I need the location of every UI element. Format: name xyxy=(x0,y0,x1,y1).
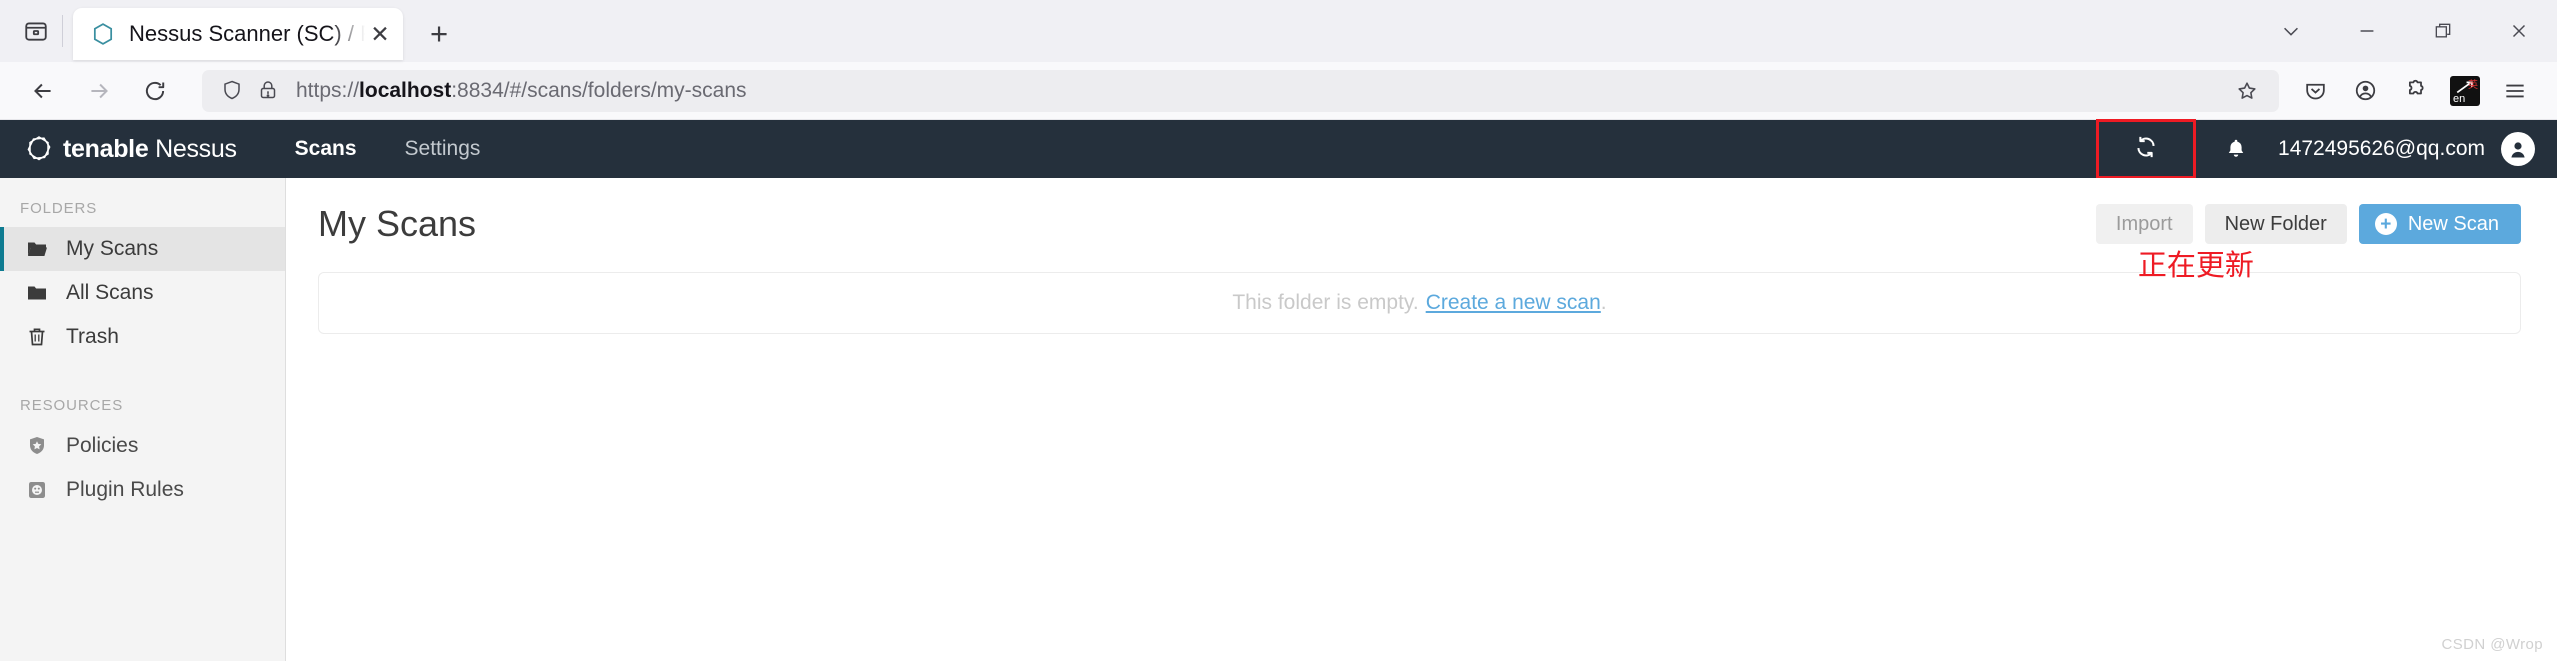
tab-title: Nessus Scanner (SC) / Folders xyxy=(129,21,365,46)
empty-trailing-dot: . xyxy=(1600,291,1607,314)
plus-icon: + xyxy=(2374,213,2397,235)
refresh-icon-highlight-box xyxy=(2096,119,2197,179)
import-button[interactable]: Import xyxy=(2095,204,2193,244)
maximize-restore-icon[interactable] xyxy=(2405,0,2481,62)
new-scan-button[interactable]: + New Scan xyxy=(2358,204,2521,244)
forward-icon xyxy=(72,64,126,118)
translate-extension-badge: en 英 xyxy=(2450,75,2480,106)
empty-folder-message: This folder is empty. xyxy=(1232,291,1419,314)
plugin-outlet-icon xyxy=(24,477,50,503)
reload-icon[interactable] xyxy=(128,64,182,118)
action-buttons: Import New Folder + New Scan 正在更新 xyxy=(2095,204,2521,282)
insecure-lock-warning-icon[interactable] xyxy=(256,78,282,104)
page-title: My Scans xyxy=(318,203,477,244)
bookmark-star-icon[interactable] xyxy=(2227,71,2267,111)
new-scan-label: New Scan xyxy=(2407,212,2499,235)
translate-cn-label: 英 xyxy=(2468,79,2478,91)
browser-chrome: Nessus Scanner (SC) / Folders ✕ + xyxy=(0,0,2557,120)
url-path: :8834/#/scans/folders/my-scans xyxy=(451,78,747,102)
content-header: My Scans Import New Folder + New Scan 正在… xyxy=(318,178,2521,282)
url-text[interactable]: https://localhost:8834/#/scans/folders/m… xyxy=(296,79,2227,103)
sidebar-section-folders-title: FOLDERS xyxy=(20,200,98,217)
pocket-icon[interactable] xyxy=(2291,64,2339,118)
tracking-protection-shield-icon[interactable] xyxy=(220,78,246,104)
refresh-icon[interactable] xyxy=(2133,134,2159,165)
folder-open-icon xyxy=(24,236,50,262)
app-main-nav: Scans Settings xyxy=(295,137,481,161)
url-bar[interactable]: https://localhost:8834/#/scans/folders/m… xyxy=(202,69,2279,112)
minimize-icon[interactable] xyxy=(2329,0,2405,62)
new-tab-button[interactable]: + xyxy=(417,12,461,56)
tab-settings[interactable]: Settings xyxy=(405,137,481,161)
watermark: CSDN @Wrop xyxy=(2441,636,2543,653)
window-close-icon[interactable] xyxy=(2481,0,2557,62)
account-icon[interactable] xyxy=(2341,64,2389,118)
create-new-scan-link[interactable]: Create a new scan xyxy=(1426,291,1601,315)
extensions-puzzle-icon[interactable] xyxy=(2391,64,2439,118)
sidebar-section-resources-title: RESOURCES xyxy=(20,397,124,414)
browser-tab[interactable]: Nessus Scanner (SC) / Folders ✕ xyxy=(73,8,403,60)
sidebar-item-all-scans[interactable]: All Scans xyxy=(0,271,285,315)
back-icon[interactable] xyxy=(16,64,70,118)
app-header-bar: tenable Nessus Scans Settings 1472495626… xyxy=(0,119,2557,179)
app-body: FOLDERS My Scans All Scans Trash RESOURC… xyxy=(0,178,2557,661)
close-icon[interactable]: ✕ xyxy=(365,19,395,49)
shield-star-icon xyxy=(24,433,50,459)
tab-strip: Nessus Scanner (SC) / Folders ✕ + xyxy=(0,0,2557,62)
translate-en-label: en xyxy=(2453,92,2466,105)
window-controls xyxy=(2253,0,2557,62)
tab-list-chevron-down-icon[interactable] xyxy=(2253,0,2329,62)
brand-text: tenable Nessus xyxy=(63,135,237,164)
sidebar: FOLDERS My Scans All Scans Trash RESOURC… xyxy=(0,178,286,661)
app-header-right: 1472495626@qq.com xyxy=(2096,119,2535,179)
tenable-brand[interactable]: tenable Nessus xyxy=(22,132,237,166)
url-host: localhost xyxy=(359,78,452,102)
navigation-toolbar: https://localhost:8834/#/scans/folders/m… xyxy=(0,62,2557,120)
trash-icon xyxy=(24,324,50,350)
sidebar-item-label: My Scans xyxy=(66,237,159,260)
sidebar-item-label: Policies xyxy=(66,434,139,457)
bell-icon[interactable] xyxy=(2204,120,2268,178)
sidebar-item-trash[interactable]: Trash xyxy=(0,315,285,359)
user-avatar-icon[interactable] xyxy=(2501,132,2535,166)
sidebar-item-my-scans[interactable]: My Scans xyxy=(0,227,285,271)
tab-divider xyxy=(62,15,63,47)
tenable-logo-icon xyxy=(22,132,56,166)
brand-nessus: Nessus xyxy=(155,134,237,163)
user-email-label: 1472495626@qq.com xyxy=(2278,137,2485,160)
nessus-app: tenable Nessus Scans Settings 1472495626… xyxy=(0,119,2557,661)
sidebar-item-label: All Scans xyxy=(66,281,154,304)
tab-scans[interactable]: Scans xyxy=(295,137,357,161)
sidebar-item-policies[interactable]: Policies xyxy=(0,424,285,468)
nessus-hexagon-favicon xyxy=(89,20,117,48)
folder-icon xyxy=(24,280,50,306)
browser-toolbar-icons: en 英 xyxy=(2291,64,2541,118)
url-scheme: https:// xyxy=(296,78,360,102)
firefox-view-button[interactable] xyxy=(10,0,62,62)
new-folder-button[interactable]: New Folder xyxy=(2204,204,2347,244)
sidebar-item-plugin-rules[interactable]: Plugin Rules xyxy=(0,468,285,512)
app-menu-hamburger-icon[interactable] xyxy=(2491,64,2539,118)
chinese-annotation: 正在更新 xyxy=(2137,248,2254,282)
sidebar-item-label: Trash xyxy=(66,325,119,348)
main-content: My Scans Import New Folder + New Scan 正在… xyxy=(286,178,2557,661)
sidebar-item-label: Plugin Rules xyxy=(66,478,184,501)
brand-tenable: tenable xyxy=(63,134,149,163)
translate-extension-icon[interactable]: en 英 xyxy=(2441,64,2489,118)
